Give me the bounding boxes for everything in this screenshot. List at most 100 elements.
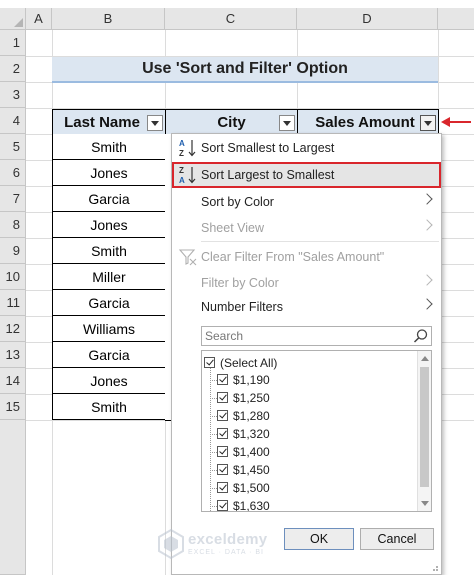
filter-dropdown-button[interactable] [147,115,163,131]
chevron-right-icon [421,193,433,205]
select-all-corner[interactable] [0,8,26,30]
row-header[interactable]: 7 [0,186,26,212]
resize-grip-icon[interactable] [429,562,439,572]
list-item-label: (Select All) [220,356,278,370]
chevron-right-icon [421,274,433,286]
table-cell[interactable]: Garcia [52,342,166,368]
menu-item-label: Sort Largest to Smallest [201,168,335,182]
header-label: Sales Amount [315,113,415,131]
table-header-city[interactable]: City [165,109,298,135]
menu-item-sort-ascending[interactable]: A Z Sort Smallest to Largest [172,135,441,161]
row-header[interactable]: 8 [0,212,26,238]
svg-text:Z: Z [179,166,184,175]
column-header-c[interactable]: C [165,8,297,30]
scroll-down-icon[interactable] [421,501,429,506]
checkbox-checked[interactable] [217,446,228,457]
menu-item-label: Number Filters [201,300,283,314]
table-cell[interactable]: Smith [52,394,166,420]
cancel-button[interactable]: Cancel [360,528,434,550]
table-header-last-name[interactable]: Last Name [52,109,166,135]
table-cell[interactable]: Garcia [52,290,166,316]
row-header-empty [0,420,26,575]
row-header[interactable]: 2 [0,56,26,82]
table-cell[interactable]: Jones [52,160,166,186]
checkbox-checked[interactable] [217,500,228,511]
row-header[interactable]: 6 [0,160,26,186]
checkbox-checked[interactable] [217,428,228,439]
list-item-label: $1,250 [233,391,270,405]
menu-item-label: Filter by Color [201,276,279,290]
checkbox-checked[interactable] [217,392,228,403]
chevron-right-icon [421,219,433,231]
svg-text:Z: Z [179,149,184,158]
menu-item-sort-descending[interactable]: Z A Sort Largest to Smallest [172,162,441,188]
exceldemy-logo-icon [158,529,184,559]
column-header-e[interactable] [438,8,474,30]
menu-item-label: Sort Smallest to Largest [201,141,335,155]
list-item-label: $1,500 [233,481,270,495]
checkbox-checked[interactable] [217,410,228,421]
filter-dropdown-button-active[interactable] [420,115,436,131]
column-header-d[interactable]: D [297,8,438,30]
checkbox-checked[interactable] [204,357,215,368]
table-cell[interactable]: Jones [52,212,166,238]
list-item-label: $1,400 [233,445,270,459]
filter-menu: A Z Sort Smallest to Largest Z A Sort La… [171,133,442,575]
row-header[interactable]: 12 [0,316,26,342]
column-header-b[interactable]: B [52,8,165,30]
sort-ascending-icon: A Z [179,139,196,158]
menu-item-label: Sheet View [201,221,265,235]
chevron-right-icon [421,298,433,310]
row-header[interactable]: 1 [0,30,26,56]
row-header[interactable]: 13 [0,342,26,368]
table-cell[interactable]: Garcia [52,186,166,212]
column-header-a[interactable]: A [26,8,52,30]
row-header[interactable]: 5 [0,134,26,160]
scroll-thumb[interactable] [420,367,429,487]
list-item-label: $1,280 [233,409,270,423]
list-item-label: $1,630 [233,499,270,512]
menu-item-label: Sort by Color [201,195,274,209]
filter-value-list[interactable]: (Select All) $1,190 $1,250 $1,280 $1,320… [201,350,432,512]
table-cell[interactable]: Smith [52,134,166,160]
menu-item-sheet-view[interactable]: Sheet View [172,215,441,241]
row-header[interactable]: 9 [0,238,26,264]
table-cell[interactable]: Williams [52,316,166,342]
row-header[interactable]: 3 [0,82,26,108]
row-header[interactable]: 15 [0,394,26,420]
header-label: City [217,113,246,131]
checkbox-checked[interactable] [217,374,228,385]
list-item-label: $1,190 [233,373,270,387]
svg-text:A: A [179,139,185,148]
row-header[interactable]: 10 [0,264,26,290]
checkbox-checked[interactable] [217,482,228,493]
checkbox-checked[interactable] [217,464,228,475]
menu-item-number-filters[interactable]: Number Filters [172,294,441,320]
watermark-name: exceldemy [188,531,268,548]
table-cell[interactable]: Jones [52,368,166,394]
arrow-left-icon [441,117,471,127]
page-title: Use 'Sort and Filter' Option [52,57,438,83]
sort-descending-icon: Z A [179,166,196,185]
watermark-tagline: EXCEL · DATA · BI [188,549,264,556]
search-placeholder: Search [205,329,244,343]
row-header[interactable]: 4 [0,108,26,134]
scroll-up-icon[interactable] [421,356,429,361]
list-item-label: $1,320 [233,427,270,441]
list-scrollbar[interactable] [417,351,431,511]
table-cell[interactable]: Miller [52,264,166,290]
table-cell[interactable]: Smith [52,238,166,264]
search-icon [413,329,428,343]
row-header[interactable]: 11 [0,290,26,316]
exceldemy-watermark: exceldemy EXCEL · DATA · BI [158,527,318,563]
table-header-sales-amount[interactable]: Sales Amount [297,109,439,135]
menu-item-clear-filter[interactable]: Clear Filter From "Sales Amount" [172,244,441,270]
header-label: Last Name [64,113,140,131]
row-header[interactable]: 14 [0,368,26,394]
clear-filter-icon [178,249,197,266]
menu-item-filter-by-color[interactable]: Filter by Color [172,270,441,296]
search-input[interactable]: Search [201,326,432,346]
filter-dropdown-button[interactable] [279,115,295,131]
list-item-label: $1,450 [233,463,270,477]
menu-item-sort-by-color[interactable]: Sort by Color [172,189,441,215]
